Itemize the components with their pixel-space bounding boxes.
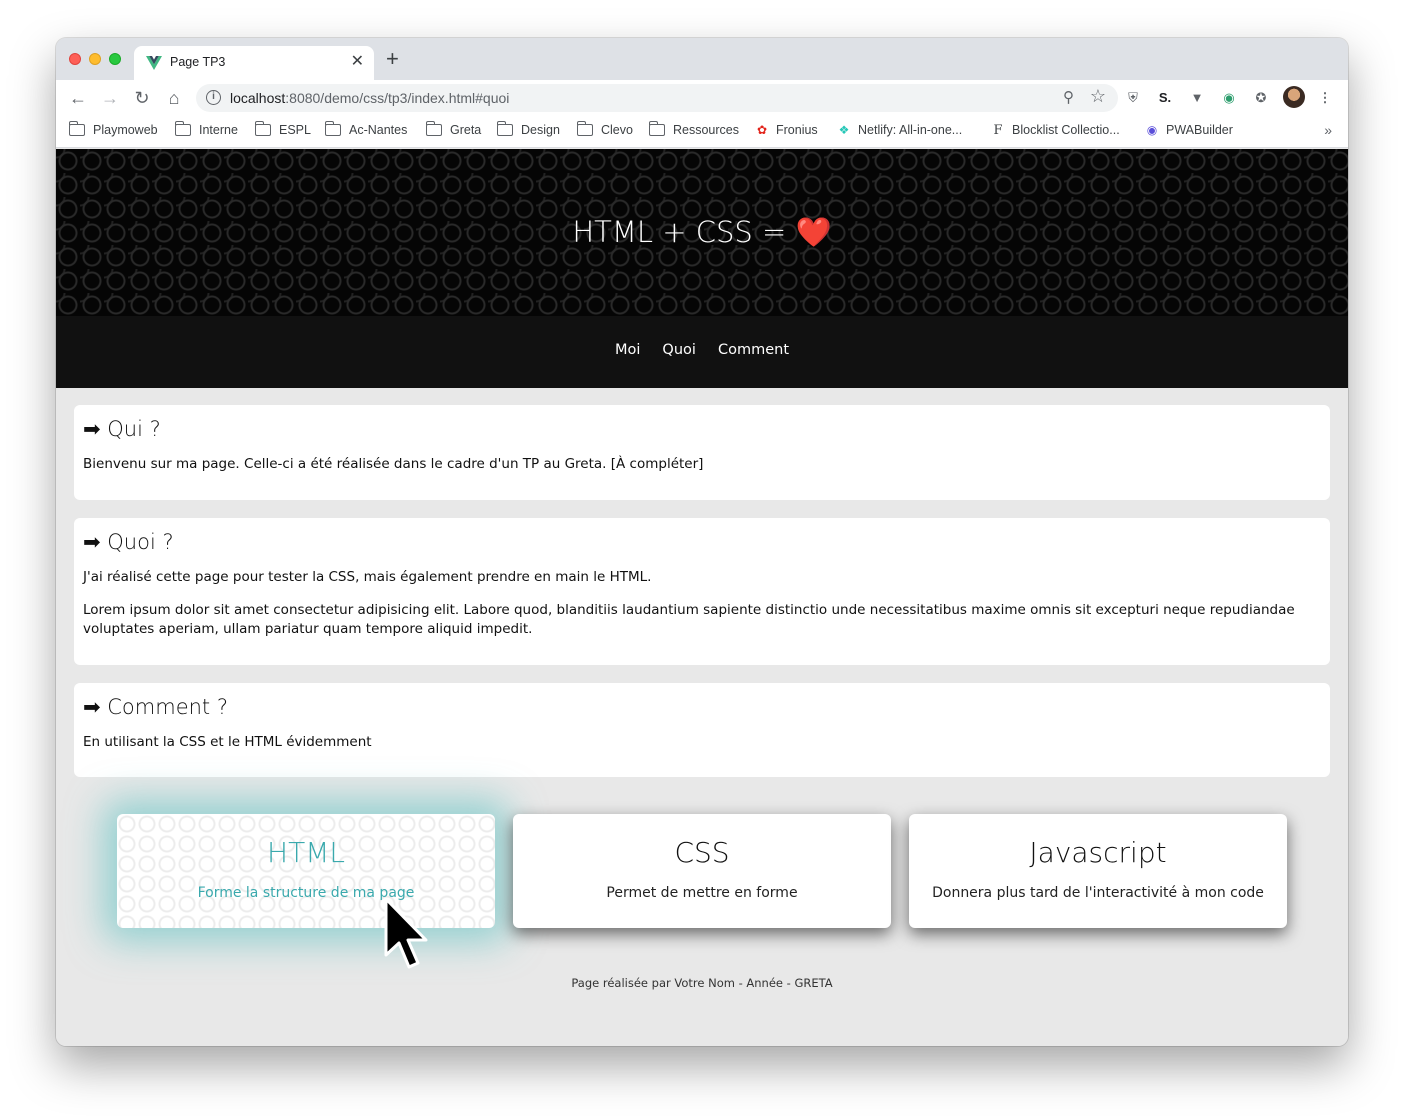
bookmark-pwabuilder[interactable]: ◉ PWABuilder — [1144, 123, 1233, 141]
extensions-puzzle-icon[interactable]: ✪ — [1252, 89, 1270, 107]
netlify-icon: ❖ — [838, 123, 850, 137]
bookmark-label: Greta — [450, 123, 482, 137]
bookmark-clevo[interactable]: Clevo — [576, 121, 633, 141]
feature-title: HTML — [267, 836, 345, 869]
bookmark-label: Fronius — [776, 123, 818, 137]
section-comment: ➡ Comment ? En utilisant la CSS et le HT… — [74, 683, 1330, 777]
nav-links: Moi Quoi Comment — [56, 342, 1348, 358]
url-host: localhost — [230, 90, 286, 106]
folder-icon — [254, 121, 271, 136]
feature-text: Forme la structure de ma page — [197, 885, 415, 901]
feature-card-javascript[interactable]: Javascript Donnera plus tard de l'intera… — [909, 814, 1287, 928]
browser-toolbar: ← → ↻ ⌂ i localhost:8080/demo/css/tp3/in… — [56, 80, 1348, 116]
bookmark-netlify[interactable]: ❖ Netlify: All-in-one... — [836, 123, 963, 141]
section-title: ➡ Qui ? — [83, 417, 161, 441]
close-window-button[interactable] — [69, 53, 81, 65]
folder-icon — [576, 121, 593, 136]
feature-title: CSS — [674, 836, 730, 869]
zoom-icon[interactable]: ⚲ — [1063, 88, 1074, 106]
mouse-cursor-icon — [384, 897, 428, 969]
bookmark-greta[interactable]: Greta — [425, 121, 482, 141]
bookmark-star-icon[interactable]: ☆ — [1090, 86, 1106, 107]
fronius-icon: ✿ — [756, 123, 768, 137]
bookmark-label: Blocklist Collectio... — [1012, 123, 1120, 137]
bookmark-label: Ac-Nantes — [349, 123, 408, 137]
feature-card-html[interactable]: HTML Forme la structure de ma page — [117, 814, 495, 928]
bookmark-fronius[interactable]: ✿ Fronius — [754, 123, 818, 141]
maximize-window-button[interactable] — [109, 53, 121, 65]
url-path: :8080/demo/css/tp3/index.html#quoi — [285, 90, 510, 106]
bookmark-espl[interactable]: ESPL — [254, 121, 311, 141]
browser-window: Page TP3 ✕ + ← → ↻ ⌂ i localhost:8080/de… — [56, 38, 1348, 1046]
tab-close-icon[interactable]: ✕ — [351, 53, 364, 71]
bookmarks-bar: Playmoweb Interne ESPL Ac-Nantes Greta D… — [56, 116, 1348, 148]
bookmark-label: Playmoweb — [93, 123, 158, 137]
folder-icon — [174, 121, 191, 136]
bookmark-label: Interne — [199, 123, 238, 137]
section-quoi: ➡ Quoi ? J'ai réalisé cette page pour te… — [74, 518, 1330, 665]
nav-link-comment[interactable]: Comment — [718, 342, 789, 358]
feature-title: Javascript — [1029, 836, 1167, 869]
vue-logo-icon — [146, 56, 162, 70]
ublock-extension-icon[interactable]: ⛨ — [1124, 89, 1142, 107]
profile-avatar[interactable] — [1283, 86, 1305, 108]
green-extension-icon[interactable]: ◉ — [1220, 89, 1238, 107]
folder-icon — [68, 121, 85, 136]
bookmark-label: PWABuilder — [1166, 123, 1233, 137]
new-tab-button[interactable]: + — [386, 48, 399, 70]
nav-link-quoi[interactable]: Quoi — [662, 342, 696, 358]
blocklist-icon: F — [993, 123, 1003, 138]
minimize-window-button[interactable] — [89, 53, 101, 65]
hero-title: HTML + CSS = ❤️ — [572, 215, 832, 249]
url-text[interactable]: localhost:8080/demo/css/tp3/index.html#q… — [230, 90, 509, 106]
tab-bar: Page TP3 ✕ + — [56, 38, 1348, 80]
feature-text: Permet de mettre en forme — [606, 885, 798, 901]
bookmark-label: Ressources — [673, 123, 739, 137]
bookmark-label: Clevo — [601, 123, 633, 137]
back-arrow-icon[interactable]: ← — [66, 86, 90, 110]
bookmark-design[interactable]: Design — [496, 121, 560, 141]
section-title: ➡ Comment ? — [83, 695, 228, 719]
pwabuilder-icon: ◉ — [1146, 123, 1158, 137]
bookmark-label: Netlify: All-in-one... — [858, 123, 963, 137]
address-bar[interactable]: i localhost:8080/demo/css/tp3/index.html… — [196, 84, 1118, 112]
menu-kebab-icon[interactable]: ⋮ — [1316, 89, 1334, 107]
s-extension-icon[interactable]: S. — [1156, 89, 1174, 107]
nav-link-moi[interactable]: Moi — [615, 342, 640, 358]
folder-icon — [496, 121, 513, 136]
tab-title: Page TP3 — [170, 55, 226, 69]
home-icon[interactable]: ⌂ — [162, 86, 186, 110]
bookmark-blocklist[interactable]: F Blocklist Collectio... — [990, 123, 1120, 141]
bookmark-ressources[interactable]: Ressources — [648, 121, 739, 141]
bookmark-label: Design — [521, 123, 560, 137]
main-nav: Moi Quoi Comment — [56, 316, 1348, 388]
section-paragraph: J'ai réalisé cette page pour tester la C… — [83, 569, 652, 585]
more-bookmarks-icon[interactable]: » — [1324, 122, 1332, 138]
bookmark-ac-nantes[interactable]: Ac-Nantes — [324, 121, 408, 141]
section-qui: ➡ Qui ? Bienvenu sur ma page. Celle-ci a… — [74, 405, 1330, 500]
section-paragraph: Bienvenu sur ma page. Celle-ci a été réa… — [83, 456, 704, 472]
site-info-icon[interactable]: i — [206, 90, 221, 105]
section-paragraph: En utilisant la CSS et le HTML évidemmen… — [83, 734, 372, 750]
tab-page-tp3[interactable]: Page TP3 ✕ — [134, 46, 374, 80]
page-footer: Page réalisée par Votre Nom - Année - GR… — [571, 976, 833, 990]
feature-card-css[interactable]: CSS Permet de mettre en forme — [513, 814, 891, 928]
page-content: HTML + CSS = ❤️ Moi Quoi Comment ➡ Qui ?… — [56, 149, 1348, 1046]
folder-icon — [648, 121, 665, 136]
bookmark-label: ESPL — [279, 123, 311, 137]
hero-banner: HTML + CSS = ❤️ — [56, 149, 1348, 316]
bookmark-playmoweb[interactable]: Playmoweb — [68, 121, 158, 141]
reload-icon[interactable]: ↻ — [130, 86, 154, 110]
section-paragraph: Lorem ipsum dolor sit amet consectetur a… — [83, 602, 1295, 637]
bookmark-interne[interactable]: Interne — [174, 121, 238, 141]
section-title: ➡ Quoi ? — [83, 530, 174, 554]
forward-arrow-icon[interactable]: → — [98, 86, 122, 110]
feature-text: Donnera plus tard de l'interactivité à m… — [932, 885, 1264, 901]
vue-devtools-extension-icon[interactable]: ▼ — [1188, 89, 1206, 107]
folder-icon — [324, 121, 341, 136]
folder-icon — [425, 121, 442, 136]
